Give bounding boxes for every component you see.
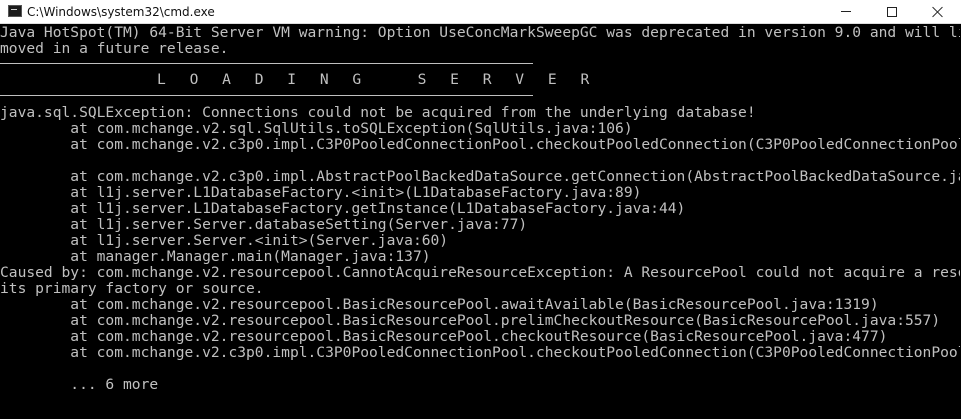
divider-top bbox=[0, 63, 533, 64]
console-line: java.sql.SQLException: Connections could… bbox=[0, 104, 756, 121]
console-line: at com.mchange.v2.c3p0.impl.C3P0PooledCo… bbox=[0, 344, 961, 361]
minimize-button[interactable] bbox=[823, 0, 869, 23]
console-line: at com.mchange.v2.c3p0.impl.C3P0PooledCo… bbox=[0, 136, 961, 153]
console-line: at l1j.server.L1DatabaseFactory.<init>(L… bbox=[0, 184, 642, 201]
cmd-window: C:\Windows\system32\cmd.exe Java HotSpot… bbox=[0, 0, 961, 419]
command-prompt-icon[interactable] bbox=[8, 5, 22, 17]
console-line: at com.mchange.v2.resourcepool.BasicReso… bbox=[0, 328, 888, 345]
console-line: at com.mchange.v2.resourcepool.BasicReso… bbox=[0, 296, 879, 313]
title-bar[interactable]: C:\Windows\system32\cmd.exe bbox=[0, 0, 961, 24]
window-title: C:\Windows\system32\cmd.exe bbox=[27, 5, 215, 19]
loading-server-title: L O A D I N G S E R V E R bbox=[157, 71, 597, 88]
console-line: its primary factory or source. bbox=[0, 280, 264, 297]
console-line: at manager.Manager.main(Manager.java:137… bbox=[0, 248, 431, 265]
console-line: at l1j.server.Server.databaseSetting(Ser… bbox=[0, 216, 528, 233]
close-icon bbox=[932, 6, 944, 18]
console-line: at com.mchange.v2.sql.SqlUtils.toSQLExce… bbox=[0, 120, 633, 137]
console-output[interactable]: Java HotSpot(TM) 64-Bit Server VM warnin… bbox=[0, 24, 961, 419]
console-line: moved in a future release. bbox=[0, 40, 229, 57]
console-line: Caused by: com.mchange.v2.resourcepool.C… bbox=[0, 264, 961, 281]
minimize-icon bbox=[841, 11, 851, 12]
console-line: at com.mchange.v2.c3p0.impl.AbstractPool… bbox=[0, 168, 961, 185]
maximize-icon bbox=[887, 6, 897, 17]
close-button[interactable] bbox=[915, 0, 961, 23]
console-line: at l1j.server.L1DatabaseFactory.getInsta… bbox=[0, 200, 686, 217]
maximize-button[interactable] bbox=[869, 0, 915, 23]
console-line: Java HotSpot(TM) 64-Bit Server VM warnin… bbox=[0, 24, 961, 41]
divider-bottom bbox=[0, 95, 533, 96]
console-line: ... 6 more bbox=[0, 376, 159, 393]
console-line: at l1j.server.Server.<init>(Server.java:… bbox=[0, 232, 449, 249]
console-line: at com.mchange.v2.resourcepool.BasicReso… bbox=[0, 312, 941, 329]
